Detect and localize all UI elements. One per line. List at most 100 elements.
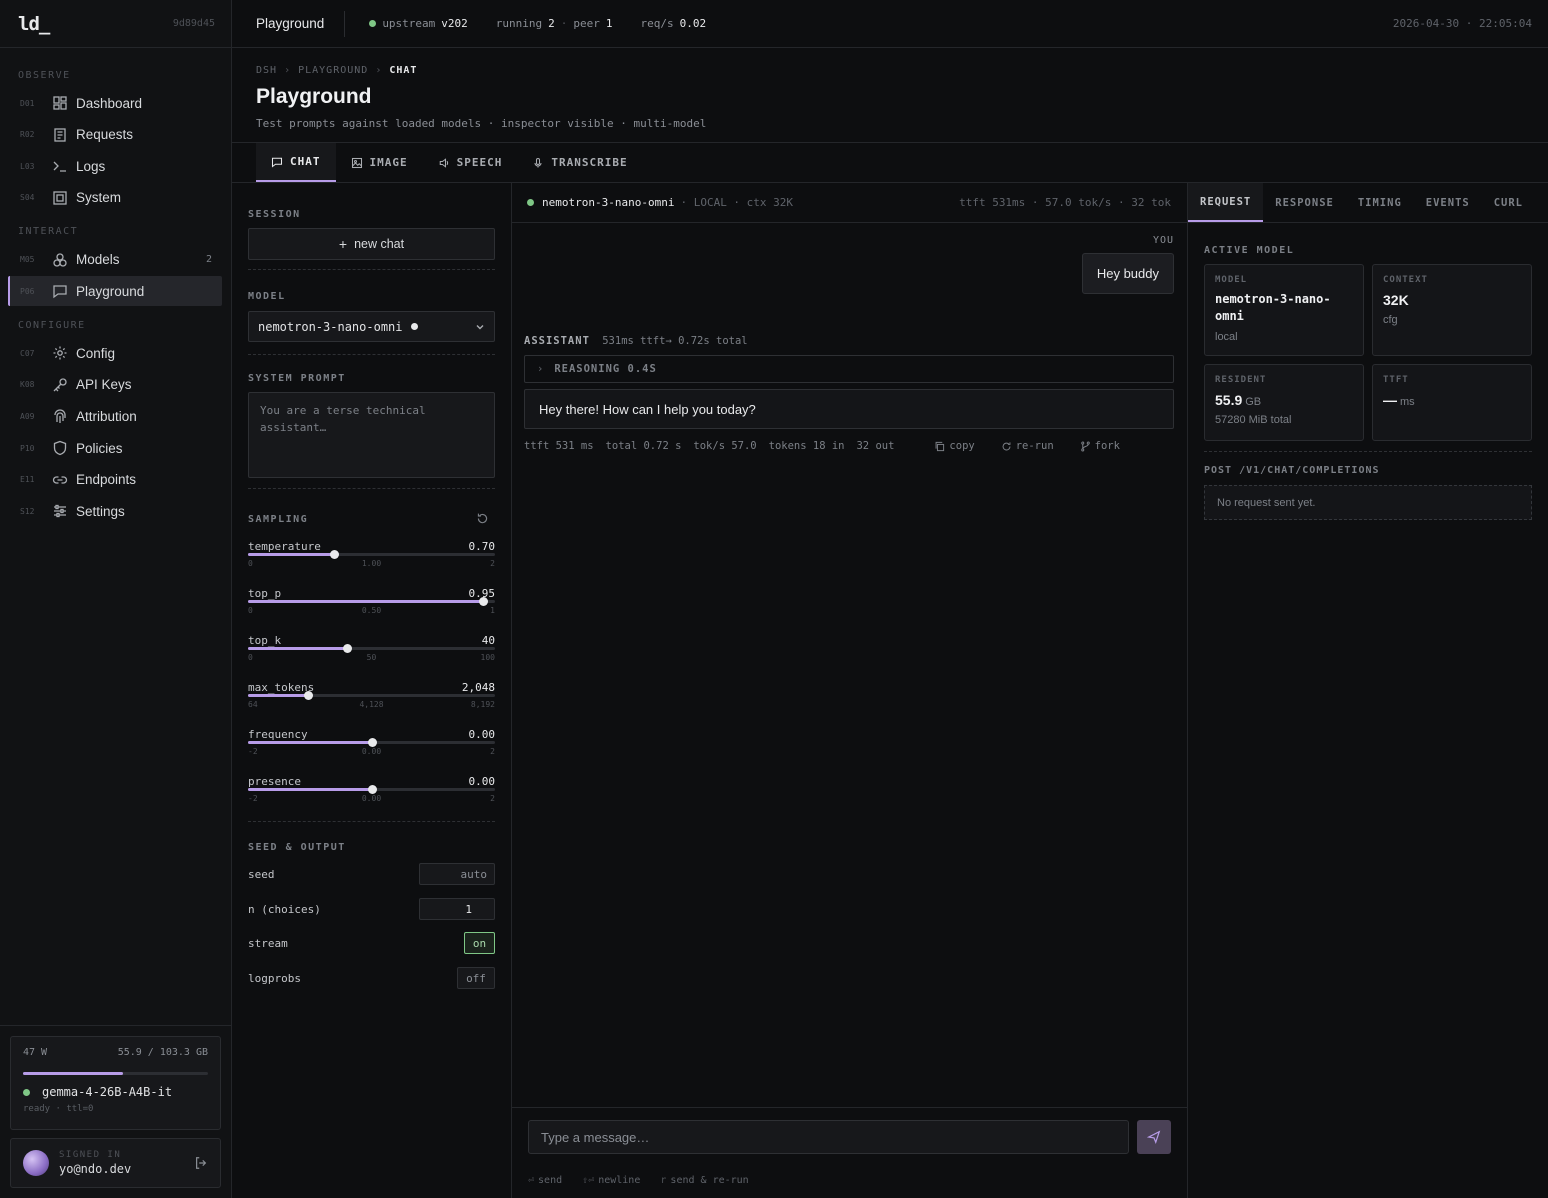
slider-top-k[interactable]: top_k 40 0 50 100 xyxy=(248,634,495,674)
tab-transcribe[interactable]: TRANSCRIBE xyxy=(517,143,642,182)
slider-thumb[interactable] xyxy=(367,785,377,794)
message-input[interactable]: Type a message… xyxy=(528,1120,1129,1154)
slider-temperature[interactable]: temperature 0.70 0 1.00 2 xyxy=(248,540,495,580)
fork-button[interactable]: fork xyxy=(1080,440,1120,452)
build-hash: 9d89d45 xyxy=(172,18,215,29)
logprobs-toggle[interactable]: off xyxy=(457,967,495,989)
slider-tick-label: 0 xyxy=(248,653,253,662)
sidebar-item-endpoints[interactable]: E11 Endpoints xyxy=(8,465,222,495)
logo[interactable]: ld_ xyxy=(18,13,50,35)
sidebar-item-requests[interactable]: R02 Requests xyxy=(8,120,222,150)
sidebar: ld_ 9d89d45 OBSERVE D01 Dashboard R02 Reques… xyxy=(0,0,232,1198)
slider-track[interactable] xyxy=(248,785,495,794)
key-icon xyxy=(52,377,68,393)
gear-icon xyxy=(52,345,68,361)
copy-button[interactable]: copy xyxy=(934,440,975,452)
breadcrumb-item[interactable]: PLAYGROUND xyxy=(298,65,368,76)
tab-events[interactable]: EVENTS xyxy=(1414,183,1482,222)
slider-track[interactable] xyxy=(248,550,495,559)
slider-tick-label: 0.00 xyxy=(361,747,382,756)
sidebar-item-dashboard[interactable]: D01 Dashboard xyxy=(8,88,222,118)
slider-tick-label: 0 xyxy=(248,559,253,568)
chevron-right-icon: › xyxy=(537,363,545,375)
slider-thumb[interactable] xyxy=(367,738,377,747)
count-badge: 2 xyxy=(205,254,212,266)
sidebar-item-playground[interactable]: P06 Playground xyxy=(8,276,222,307)
model-select[interactable]: nemotron-3-nano-omni xyxy=(248,311,495,342)
gpu-memory-bar xyxy=(23,1072,208,1075)
footer-stat: 32 out xyxy=(856,440,895,452)
slider-track[interactable] xyxy=(248,644,495,653)
rerun-button[interactable]: re-run xyxy=(1001,440,1054,452)
slider-tick-label: 0.00 xyxy=(361,794,382,803)
slider-thumb[interactable] xyxy=(330,550,340,559)
slider-track[interactable] xyxy=(248,597,495,606)
sidebar-item-api-keys[interactable]: K08 API Keys xyxy=(8,370,222,400)
n-choices-input[interactable]: 1 xyxy=(419,898,495,920)
breadcrumb-item[interactable]: DSH xyxy=(256,65,277,76)
nav-section-heading: CONFIGURE xyxy=(18,319,86,331)
gpu-status-card[interactable]: 47 W 55.9 / 103.3 GB gemma-4-26B-A4B-it … xyxy=(10,1036,221,1130)
context-card: CONTEXT 32K cfg xyxy=(1372,264,1532,356)
tab-curl[interactable]: CURL xyxy=(1482,183,1535,222)
sidebar-item-label: System xyxy=(76,190,122,206)
sidebar-item-settings[interactable]: S12 Settings xyxy=(8,496,222,526)
slider-presence[interactable]: presence 0.00 -2 0.00 2 xyxy=(248,775,495,815)
sidebar-item-config[interactable]: C07 Config xyxy=(8,338,222,368)
tab-response[interactable]: RESPONSE xyxy=(1263,183,1346,222)
slider-value: 0.00 xyxy=(468,775,496,788)
slider-top-p[interactable]: top_p 0.95 0 0.50 1 xyxy=(248,587,495,627)
page-title: Playground xyxy=(256,85,372,108)
tab-timing[interactable]: TIMING xyxy=(1346,183,1414,222)
model-card-value: nemotron-3-nano-omni xyxy=(1215,292,1331,323)
user-label: YOU xyxy=(1152,235,1174,246)
terminal-icon xyxy=(52,158,68,174)
new-chat-button[interactable]: + new chat xyxy=(248,228,495,260)
loaded-dot-icon xyxy=(410,323,418,330)
sidebar-item-attribution[interactable]: A09 Attribution xyxy=(8,402,222,432)
system-prompt-heading: SYSTEM PROMPT xyxy=(248,373,346,384)
slider-track[interactable] xyxy=(248,691,495,700)
context-card-value: 32K xyxy=(1383,292,1409,308)
slider-max-tokens[interactable]: max_tokens 2,048 64 4,128 8,192 xyxy=(248,681,495,721)
sidebar-item-label: Attribution xyxy=(76,409,137,425)
status-dot-icon xyxy=(369,20,377,27)
send-button[interactable] xyxy=(1137,1120,1171,1154)
tab-request[interactable]: REQUEST xyxy=(1188,183,1264,222)
sidebar-item-label: Policies xyxy=(76,440,123,456)
sliders-icon xyxy=(52,503,68,519)
chat-panel: nemotron-3-nano-omni · LOCAL · ctx 32K t… xyxy=(512,183,1188,1198)
sidebar-item-system[interactable]: S04 System xyxy=(8,183,222,213)
slider-thumb[interactable] xyxy=(478,597,488,606)
sidebar-item-label: Logs xyxy=(76,158,106,174)
slider-thumb[interactable] xyxy=(342,644,352,653)
assistant-label: ASSISTANT xyxy=(524,335,590,347)
sidebar-item-models[interactable]: M05 Models 2 xyxy=(8,245,222,275)
slider-value: 0.00 xyxy=(468,728,496,741)
chat-icon xyxy=(52,283,68,299)
tab-speech[interactable]: SPEECH xyxy=(423,143,518,182)
speaker-icon xyxy=(438,157,450,169)
slider-track[interactable] xyxy=(248,738,495,747)
sidebar-item-logs[interactable]: L03 Logs xyxy=(8,151,222,181)
logout-icon[interactable] xyxy=(194,1156,208,1170)
nav-code: S04 xyxy=(20,193,35,203)
seed-input[interactable]: auto xyxy=(419,863,495,885)
tab-chat[interactable]: CHAT xyxy=(256,143,336,182)
sidebar-item-policies[interactable]: P10 Policies xyxy=(8,433,222,463)
avatar[interactable] xyxy=(23,1150,49,1176)
tab-image[interactable]: IMAGE xyxy=(336,143,423,182)
slider-tick-label: 64 xyxy=(248,700,258,709)
reset-icon[interactable] xyxy=(476,512,489,525)
slider-frequency[interactable]: frequency 0.00 -2 0.00 2 xyxy=(248,728,495,768)
breadcrumb: DSH › PLAYGROUND › CHAT xyxy=(256,65,1524,76)
slider-thumb[interactable] xyxy=(303,691,313,700)
sidebar-item-label: API Keys xyxy=(76,377,132,393)
reasoning-toggle[interactable]: › REASONING 0.4S xyxy=(524,355,1174,383)
stream-toggle[interactable]: on xyxy=(464,932,495,954)
send-icon xyxy=(1147,1130,1161,1144)
system-prompt-input[interactable]: You are a terse technical assistant… xyxy=(248,392,495,478)
slider-label: top_p xyxy=(248,587,282,600)
seed-row: seed auto xyxy=(248,863,495,885)
nav-code: A09 xyxy=(20,412,35,422)
